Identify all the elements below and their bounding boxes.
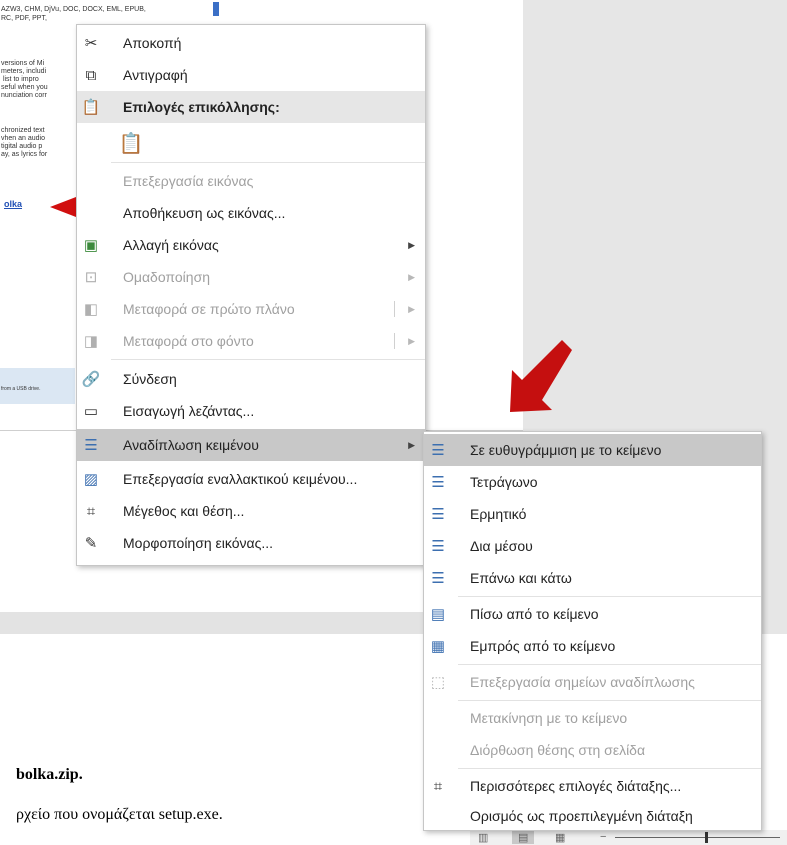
submenu-arrow-icon: ▶ — [408, 335, 415, 346]
read-mode-icon[interactable]: ▥ — [478, 831, 488, 844]
submenu-arrow-icon: ▶ — [408, 303, 415, 314]
menu-item-copy[interactable]: ⧉ Αντιγραφή — [77, 59, 425, 91]
format-picture-icon: ✎ — [84, 535, 98, 552]
doc-text-fragment: versions of Mi — [1, 60, 45, 67]
submenu-item-top-bottom[interactable]: ☰ Επάνω και κάτω — [424, 562, 761, 594]
submenu-item-fix-position[interactable]: Διόρθωση θέσης στη σελίδα — [424, 734, 761, 766]
doc-text-fragment: chronized text — [1, 127, 45, 134]
doc-link[interactable]: olka — [4, 199, 22, 209]
wrap-text-submenu: ☰ Σε ευθυγράμμιση με το κείμενο ☰ Τετράγ… — [423, 431, 762, 831]
menu-separator — [458, 596, 761, 597]
submenu-item-behind-text[interactable]: ▤ Πίσω από το κείμενο — [424, 598, 761, 630]
menu-item-paste-option[interactable]: 📋 — [77, 125, 425, 161]
zoom-slider[interactable] — [615, 837, 780, 838]
doc-text-fragment: RC, PDF, PPT, — [1, 15, 47, 22]
split-separator — [394, 301, 395, 317]
square-wrap-icon: ☰ — [431, 474, 445, 491]
context-menu: ✂ Αποκοπή ⧉ Αντιγραφή 📋 Επιλογές επικόλλ… — [76, 24, 426, 566]
menu-item-group[interactable]: ⊡ Ομαδοποίηση ▶ — [77, 261, 425, 293]
menu-separator — [111, 359, 425, 360]
size-position-icon: ⌗ — [86, 502, 96, 520]
copy-icon: ⧉ — [85, 66, 97, 84]
submenu-item-edit-wrap-points[interactable]: ⬚ Επεξεργασία σημείων αναδίπλωσης — [424, 666, 761, 698]
doc-text-fragment: meters, includi — [1, 68, 47, 75]
submenu-item-tight[interactable]: ☰ Ερμητικό — [424, 498, 761, 530]
send-backward-icon: ◨ — [83, 333, 99, 350]
doc-text-fragment: tigital audio p — [1, 143, 43, 150]
paste-icon: 📋 — [81, 99, 101, 116]
menu-item-size-position[interactable]: ⌗ Μέγεθος και θέση... — [77, 495, 425, 527]
menu-item-link[interactable]: 🔗 Σύνδεση — [77, 363, 425, 395]
submenu-item-more-layout[interactable]: ⌗ Περισσότερες επιλογές διάταξης... — [424, 770, 761, 802]
doc-text-fragment: ay, as lyrics for — [1, 151, 48, 158]
through-wrap-icon: ☰ — [431, 538, 445, 555]
doc-text-fragment: seful when you — [1, 84, 48, 91]
paste-option-icon: 📋 — [118, 132, 144, 155]
submenu-item-move-with-text[interactable]: Μετακίνηση με το κείμενο — [424, 702, 761, 734]
inline-wrap-icon: ☰ — [431, 442, 445, 459]
submenu-arrow-icon: ▶ — [408, 239, 415, 250]
menu-item-edit-alt-text[interactable]: ▨ Επεξεργασία εναλλακτικού κειμένου... — [77, 463, 425, 495]
menu-item-cut[interactable]: ✂ Αποκοπή — [77, 27, 425, 59]
submenu-item-set-default[interactable]: Ορισμός ως προεπιλεγμένη διάταξη — [424, 800, 761, 832]
doc-text-fragment: nunciation corr — [1, 92, 47, 99]
menu-separator — [111, 162, 425, 163]
menu-item-save-as-picture[interactable]: Αποθήκευση ως εικόνας... — [77, 197, 425, 229]
alt-text-icon: ▨ — [83, 471, 99, 488]
menu-item-paste-options: 📋 Επιλογές επικόλλησης: — [77, 91, 425, 123]
caption-icon: ▭ — [83, 403, 99, 420]
doc-text-fragment: list to impro — [1, 76, 39, 83]
menu-item-change-picture[interactable]: ▣ Αλλαγή εικόνας ▶ — [77, 229, 425, 261]
menu-separator — [458, 700, 761, 701]
doc-text-fragment: vhen an audio — [1, 135, 45, 142]
menu-item-send-backward[interactable]: ◨ Μεταφορά στο φόντο ▶ — [77, 325, 425, 357]
submenu-arrow-icon: ▶ — [408, 439, 415, 450]
tight-wrap-icon: ☰ — [431, 506, 445, 523]
doc-line: bolka.zip. — [16, 766, 83, 783]
submenu-arrow-icon: ▶ — [408, 271, 415, 282]
wrap-text-icon: ☰ — [84, 437, 98, 454]
submenu-item-in-front[interactable]: ▦ Εμπρός από το κείμενο — [424, 630, 761, 662]
menu-item-edit-picture[interactable]: Επεξεργασία εικόνας — [77, 165, 425, 197]
status-bar: ▥ ▤ ▦ − — [470, 830, 787, 845]
scissors-icon: ✂ — [84, 35, 98, 52]
group-icon: ⊡ — [84, 269, 98, 286]
menu-item-wrap-text[interactable]: ☰ Αναδίπλωση κειμένου ▶ — [77, 429, 425, 461]
red-arrow-icon — [510, 340, 572, 412]
doc-text-fragment: AZW3, CHM, DjVu, DOC, DOCX, EML, EPUB, — [1, 6, 146, 13]
zoom-out-icon[interactable]: − — [600, 831, 606, 843]
menu-item-format-picture[interactable]: ✎ Μορφοποίηση εικόνας... — [77, 527, 425, 559]
link-icon: 🔗 — [81, 371, 101, 388]
blue-marker — [213, 2, 219, 16]
submenu-item-square[interactable]: ☰ Τετράγωνο — [424, 466, 761, 498]
in-front-text-icon: ▦ — [430, 638, 446, 655]
doc-line: ρχείο που ονομάζεται setup.exe. — [16, 806, 223, 823]
split-separator — [394, 333, 395, 349]
top-bottom-wrap-icon: ☰ — [431, 570, 445, 587]
change-picture-icon: ▣ — [83, 237, 99, 254]
menu-separator — [458, 768, 761, 769]
submenu-item-through[interactable]: ☰ Δια μέσου — [424, 530, 761, 562]
menu-item-insert-caption[interactable]: ▭ Εισαγωγή λεζάντας... — [77, 395, 425, 427]
usb-image: from a USB drive. — [0, 368, 75, 404]
print-layout-icon[interactable]: ▤ — [512, 831, 535, 844]
more-layout-icon: ⌗ — [433, 777, 443, 795]
web-layout-icon[interactable]: ▦ — [555, 831, 565, 844]
behind-text-icon: ▤ — [430, 606, 446, 623]
edit-wrap-points-icon: ⬚ — [430, 674, 446, 691]
bring-forward-icon: ◧ — [83, 301, 99, 318]
menu-item-bring-forward[interactable]: ◧ Μεταφορά σε πρώτο πλάνο ▶ — [77, 293, 425, 325]
zoom-thumb[interactable] — [705, 832, 708, 843]
menu-separator — [458, 664, 761, 665]
submenu-item-inline[interactable]: ☰ Σε ευθυγράμμιση με το κείμενο — [424, 434, 761, 466]
red-arrow-left-icon — [50, 197, 76, 217]
